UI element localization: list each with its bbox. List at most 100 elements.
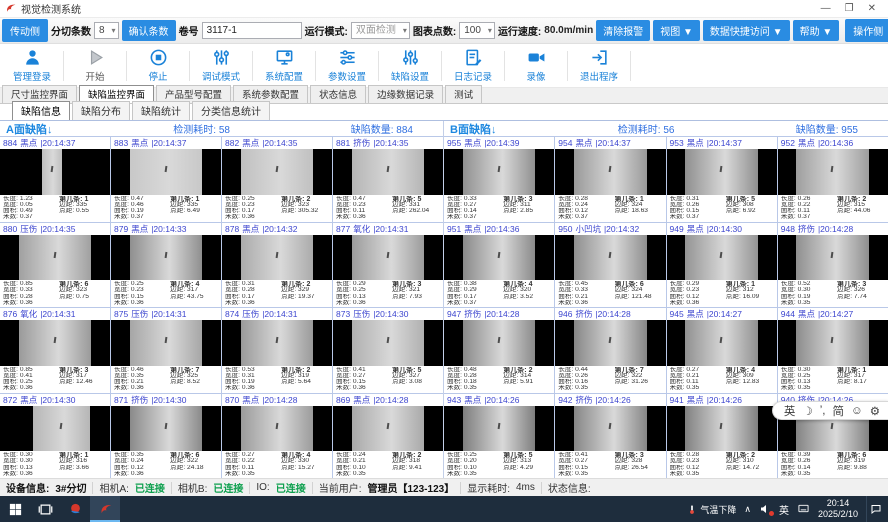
ime-emoji[interactable]: ☺ — [851, 405, 863, 417]
touch-keyboard-icon[interactable] — [797, 503, 810, 516]
task-view-button[interactable] — [30, 496, 60, 522]
tab-test[interactable]: 测试 — [445, 85, 482, 103]
toolbar-button-record-video[interactable]: 录像 — [508, 48, 564, 83]
defect-cell[interactable]: 942 挤伤 |20:14:26 长度: 0.41 宽度: 0.27 面积: 0… — [555, 394, 665, 479]
toolbar-button-admin-login[interactable]: 管理登录 — [4, 48, 60, 83]
defect-area: 0.10 — [464, 465, 477, 471]
defect-timestamp: |20:14:31 — [373, 224, 408, 234]
defect-cell[interactable]: 944 黑点 |20:14:27 长度: 0.30 宽度: 0.25 面积: 0… — [778, 308, 888, 393]
defect-cell[interactable]: 941 黑点 |20:14:26 长度: 0.28 宽度: 0.23 面积: 0… — [667, 394, 777, 479]
taskbar-active-app-icon[interactable] — [90, 496, 120, 522]
ime-settings[interactable]: ⚙ — [870, 404, 880, 418]
defect-cell[interactable]: 946 挤伤 |20:14:28 长度: 0.44 宽度: 0.26 面积: 0… — [555, 308, 665, 393]
defect-cell[interactable]: 954 黑点 |20:14:37 长度: 0.28 宽度: 0.24 面积: 0… — [555, 137, 665, 222]
defect-cell[interactable]: 870 黑点 |20:14:28 长度: 0.27 宽度: 0.22 面积: 0… — [222, 394, 332, 479]
toolbar-button-param-settings[interactable]: 参数设置 — [319, 48, 375, 83]
minimize-button[interactable]: — — [821, 1, 831, 17]
log-icon — [464, 48, 483, 67]
taskbar-app-icon[interactable] — [60, 496, 90, 522]
defect-cell[interactable]: 949 黑点 |20:14:30 长度: 0.29 宽度: 0.23 面积: 0… — [667, 223, 777, 308]
roll-number-input[interactable] — [202, 22, 302, 39]
confirm-count-button[interactable]: 确认条数 — [122, 20, 176, 41]
defect-cell[interactable]: 871 挤伤 |20:14:30 长度: 0.35 宽度: 0.24 面积: 0… — [111, 394, 221, 479]
defect-cell[interactable]: 947 挤伤 |20:14:28 长度: 0.48 宽度: 0.28 面积: 0… — [444, 308, 554, 393]
toolbar-button-start[interactable]: 开始 — [67, 48, 123, 83]
toolbar-button-system-config[interactable]: 系统配置 — [256, 48, 312, 83]
defect-length: 0.25 — [242, 196, 255, 202]
defect-details: 长度: 0.47 宽度: 0.46 面积: 0.19 米数: 0.37 第几条:… — [111, 195, 221, 222]
start-button[interactable] — [0, 496, 30, 522]
data-access-menu-button[interactable]: 数据快捷访问 ▼ — [703, 20, 790, 41]
defect-cell[interactable]: 945 黑点 |20:14:27 长度: 0.27 宽度: 0.21 面积: 0… — [667, 308, 777, 393]
help-menu-button[interactable]: 帮助 ▼ — [793, 20, 840, 41]
defect-cell[interactable]: 953 黑点 |20:14:37 长度: 0.31 宽度: 0.26 面积: 0… — [667, 137, 777, 222]
defect-cell[interactable]: 876 氧化 |20:14:31 长度: 0.85 宽度: 0.41 面积: 0… — [0, 308, 110, 393]
defect-cell[interactable]: 884 黑点 |20:14:37 长度: 1.23 宽度: 0.05 面积: 0… — [0, 137, 110, 222]
weather-widget[interactable]: 气温下降 — [687, 503, 736, 516]
title-bar: 视觉检测系统 — ❐ ✕ — [0, 0, 888, 18]
ime-dark-mode[interactable]: ☽ — [802, 404, 812, 418]
defect-cell[interactable]: 951 黑点 |20:14:36 长度: 0.38 宽度: 0.29 面积: 0… — [444, 223, 554, 308]
defect-cell[interactable]: 878 黑点 |20:14:32 长度: 0.31 宽度: 0.28 面积: 0… — [222, 223, 332, 308]
chart-points-select[interactable]: 100 — [459, 22, 495, 39]
defect-cell[interactable]: 875 压伤 |20:14:31 长度: 0.46 宽度: 0.35 面积: 0… — [111, 308, 221, 393]
defect-details: 长度: 0.25 宽度: 0.20 面积: 0.10 米数: 0.35 第几条:… — [444, 451, 554, 478]
defect-type: 黑点 — [464, 137, 481, 149]
defect-cell[interactable]: 950 小凹坑 |20:14:32 长度: 0.45 宽度: 0.33 面积: … — [555, 223, 665, 308]
defect-cell[interactable]: 872 黑点 |20:14:30 长度: 0.30 宽度: 0.30 面积: 0… — [0, 394, 110, 479]
ime-simplified[interactable]: 简 — [832, 403, 844, 419]
toolbar-button-log-record[interactable]: 日志记录 — [445, 48, 501, 83]
tab-edge-data[interactable]: 边缘数据记录 — [368, 85, 443, 103]
defect-cell[interactable]: 883 黑点 |20:14:37 长度: 0.47 宽度: 0.46 面积: 0… — [111, 137, 221, 222]
ime-punctuation[interactable]: ’, — [820, 405, 826, 417]
ime-lang-en[interactable]: 英 — [784, 403, 796, 419]
defect-type: 黑点 — [131, 137, 148, 149]
defect-cell[interactable]: 877 氧化 |20:14:31 长度: 0.29 宽度: 0.25 面积: 0… — [333, 223, 443, 308]
subtab-defect-stats[interactable]: 缺陷统计 — [132, 101, 190, 120]
defect-dot-distance: 8.17 — [854, 379, 867, 385]
defect-cell[interactable]: 943 黑点 |20:14:26 长度: 0.25 宽度: 0.20 面积: 0… — [444, 394, 554, 479]
toolbar-button-debug-mode[interactable]: 调试模式 — [193, 48, 249, 83]
defect-cell[interactable]: 879 黑点 |20:14:33 长度: 0.25 宽度: 0.23 面积: 0… — [111, 223, 221, 308]
material-band — [130, 406, 203, 452]
material-band — [796, 320, 869, 366]
defect-cell[interactable]: 882 黑点 |20:14:35 长度: 0.25 宽度: 0.23 面积: 0… — [222, 137, 332, 222]
defect-timestamp: |20:14:39 — [484, 138, 519, 148]
defect-timestamp: |20:14:35 — [262, 138, 297, 148]
defect-area: 0.16 — [575, 379, 588, 385]
defect-type: 挤伤 — [798, 223, 815, 235]
operator-side-button[interactable]: 操作侧 — [845, 19, 888, 42]
close-button[interactable]: ✕ — [868, 1, 876, 17]
defect-cell[interactable]: 873 压伤 |20:14:30 长度: 0.41 宽度: 0.27 面积: 0… — [333, 308, 443, 393]
toolbar-button-exit-program[interactable]: 退出程序 — [571, 48, 627, 83]
defect-image — [0, 149, 110, 195]
action-center-icon[interactable] — [866, 496, 884, 522]
clear-alarm-button[interactable]: 清除报警 — [596, 20, 650, 41]
toolbar-button-stop[interactable]: 停止 — [130, 48, 186, 83]
defect-cell[interactable]: 952 黑点 |20:14:36 长度: 0.26 宽度: 0.22 面积: 0… — [778, 137, 888, 222]
subtab-defect-dist[interactable]: 缺陷分布 — [72, 101, 130, 120]
panel-b-elapsed: 检测耗时: 56 — [618, 121, 675, 136]
ime-language-badge[interactable]: 英 — [779, 502, 789, 517]
toolbar-button-defect-settings[interactable]: 缺陷设置 — [382, 48, 438, 83]
status-bar: 设备信息: 3#分切 相机A: 已连接 相机B: 已连接 IO: 已连接 当前用… — [0, 478, 888, 496]
drive-side-button[interactable]: 传动侧 — [2, 19, 48, 42]
defect-cell[interactable]: 881 挤伤 |20:14:35 长度: 0.47 宽度: 0.23 面积: 0… — [333, 137, 443, 222]
subtab-class-stats[interactable]: 分类信息统计 — [192, 101, 270, 120]
taskbar-clock[interactable]: 20:14 2025/2/10 — [818, 498, 858, 520]
volume-icon[interactable] — [759, 503, 771, 515]
subtab-defect-info[interactable]: 缺陷信息 — [12, 101, 70, 120]
toolbar-button-label: 录像 — [526, 69, 545, 83]
defect-type: 挤伤 — [575, 394, 592, 406]
defect-cell[interactable]: 869 黑点 |20:14:28 长度: 0.24 宽度: 0.21 面积: 0… — [333, 394, 443, 479]
slit-count-select[interactable]: 8 — [94, 22, 119, 39]
defect-cell[interactable]: 955 黑点 |20:14:39 长度: 0.33 宽度: 0.27 面积: 0… — [444, 137, 554, 222]
view-menu-button[interactable]: 视图 ▼ — [653, 20, 700, 41]
maximize-button[interactable]: ❐ — [845, 1, 854, 17]
defect-cell[interactable]: 874 压伤 |20:14:31 长度: 0.53 宽度: 0.31 面积: 0… — [222, 308, 332, 393]
hidden-icons-chevron[interactable]: ∧ — [744, 504, 751, 515]
defect-cell[interactable]: 880 压伤 |20:14:35 长度: 0.85 宽度: 0.33 面积: 0… — [0, 223, 110, 308]
defect-cell[interactable]: 948 挤伤 |20:14:28 长度: 0.52 宽度: 0.30 面积: 0… — [778, 223, 888, 308]
tab-status-info[interactable]: 状态信息 — [310, 85, 366, 103]
run-mode-select[interactable]: 双面检测 — [351, 22, 410, 39]
